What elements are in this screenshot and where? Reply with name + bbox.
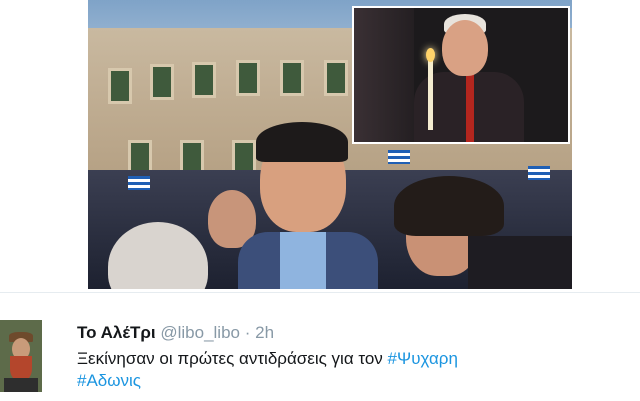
inset-photo [352, 6, 570, 144]
tweet-body: Ξεκίνησαν οι πρώτες αντιδράσεις για τον [77, 349, 388, 368]
display-name[interactable]: Το ΑλέΤρι [77, 323, 156, 342]
woman-hair [394, 176, 504, 236]
avatar[interactable] [0, 320, 42, 392]
candle-icon [428, 60, 433, 130]
user-handle[interactable]: @libo_libo [160, 323, 240, 342]
main-man-hair [256, 122, 348, 162]
tweet-timestamp[interactable]: 2h [255, 323, 274, 342]
inset-face [442, 20, 488, 76]
flag-icon [528, 166, 550, 180]
divider [0, 292, 640, 293]
main-man-shirt [280, 232, 326, 289]
hashtag-link[interactable]: #Αδωνις [77, 371, 141, 390]
flag-icon [128, 176, 150, 190]
hashtag-link[interactable]: #Ψυχαρη [388, 349, 458, 368]
separator-dot: · [244, 323, 251, 342]
woman-clothing [468, 236, 572, 289]
tweet-photo[interactable] [88, 0, 572, 289]
flag-icon [388, 150, 410, 164]
flame-icon [426, 48, 435, 62]
inset-stole [466, 74, 474, 142]
tweet-header: Το ΑλέΤρι @libo_libo · 2h [77, 323, 274, 343]
tweet-text: Ξεκίνησαν οι πρώτες αντιδράσεις για τον … [77, 348, 617, 392]
